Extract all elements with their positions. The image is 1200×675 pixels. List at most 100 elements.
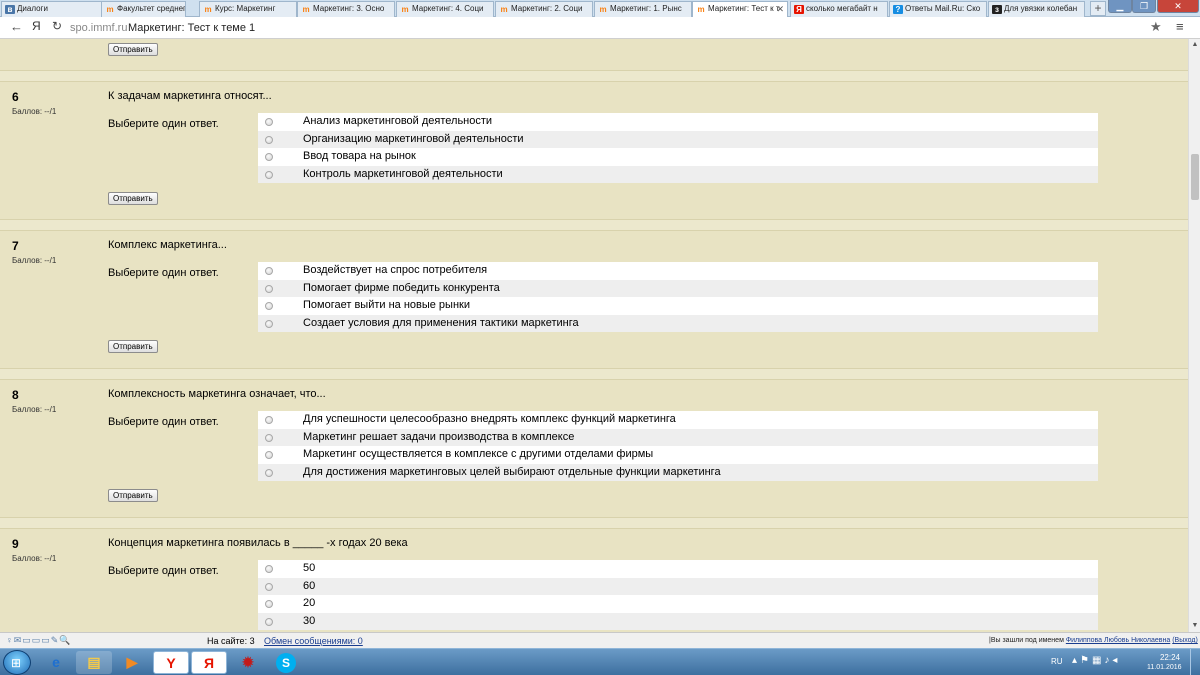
browser-menu-button[interactable]: ≡ — [1176, 19, 1184, 34]
internet-explorer-icon[interactable]: e — [38, 651, 74, 674]
show-desktop-button[interactable] — [1190, 649, 1200, 675]
radio-button[interactable] — [265, 565, 273, 573]
clock-date[interactable]: 11.01.2016 — [1147, 664, 1182, 671]
file-explorer-icon[interactable]: ▤ — [76, 651, 112, 674]
submit-button[interactable]: Отправить — [108, 340, 158, 353]
radio-button[interactable] — [265, 600, 273, 608]
back-button[interactable]: ← — [10, 19, 23, 34]
tab-mailru-answers[interactable]: ? Ответы Mail.Ru: Ско — [889, 1, 987, 17]
answer-option[interactable]: Маркетинг осуществляется в комплексе с д… — [258, 446, 1098, 464]
answer-label[interactable]: Создает условия для применения тактики м… — [303, 315, 579, 332]
moodle-icon: m — [302, 5, 310, 14]
game-icon[interactable]: ✹ — [230, 651, 266, 674]
answer-option[interactable]: 50 — [258, 560, 1098, 578]
answer-option[interactable]: Организацию маркетинговой деятельности — [258, 130, 1098, 148]
url-page-title[interactable]: Маркетинг: Тест к теме 1 — [128, 22, 255, 34]
answer-option[interactable]: Воздействует на спрос потребителя — [258, 262, 1098, 280]
close-tab-icon[interactable]: ✕ — [776, 2, 784, 16]
radio-button[interactable] — [265, 319, 273, 328]
user-profile-link[interactable]: Филиппова Любовь Николаевна — [1066, 637, 1170, 644]
answer-option[interactable]: Для успешности целесообразно внедрять ко… — [258, 411, 1098, 429]
answer-label[interactable]: Для достижения маркетинговых целей выбир… — [303, 464, 721, 481]
clock-time[interactable]: 22:24 — [1155, 653, 1185, 662]
radio-button[interactable] — [265, 617, 273, 626]
answer-label[interactable]: 50 — [303, 560, 315, 577]
tab-course[interactable]: m Курс: Маркетинг — [199, 1, 297, 17]
tab-faculty[interactable]: m Факультет среднег — [101, 1, 186, 17]
answer-label[interactable]: Маркетинг решает задачи производства в к… — [303, 429, 574, 446]
restore-button[interactable]: ❐ — [1132, 0, 1156, 13]
answer-option[interactable]: 30 — [258, 612, 1098, 630]
answer-label[interactable]: Ввод товара на рынок — [303, 148, 416, 165]
answer-label[interactable]: Воздействует на спрос потребителя — [303, 262, 487, 279]
windows-taskbar: ⊞ e ▤ ▶ Y Я ✹ S RU ▴⚑▦♪◂ 22:24 11.01.201… — [0, 648, 1200, 675]
tab-search-megabytes[interactable]: Я сколько мегабайт н — [790, 1, 888, 17]
answer-option[interactable]: Помогает выйти на новые рынки — [258, 297, 1098, 315]
submit-button[interactable]: Отправить — [108, 489, 158, 502]
minimize-button[interactable]: ▁ — [1108, 0, 1132, 13]
yandex-home-button[interactable]: Я — [32, 19, 41, 33]
skype-icon[interactable]: S — [268, 651, 304, 674]
radio-button[interactable] — [265, 302, 273, 310]
answer-option[interactable]: Контроль маркетинговой деятельности — [258, 165, 1098, 183]
radio-button[interactable] — [265, 284, 273, 293]
question-text: Комплекс маркетинга... — [108, 239, 227, 251]
radio-button[interactable] — [265, 582, 273, 591]
tab-marketing-test[interactable]: m Маркетинг: Тест к т ✕ — [692, 1, 788, 18]
tab-marketing-3[interactable]: m Маркетинг: 3. Осно — [297, 1, 395, 17]
radio-button[interactable] — [265, 267, 273, 275]
radio-button[interactable] — [265, 153, 273, 161]
answer-label[interactable]: Для успешности целесообразно внедрять ко… — [303, 411, 676, 428]
answer-label[interactable]: Организацию маркетинговой деятельности — [303, 131, 524, 148]
tab-znanija[interactable]: з Для увязки колебан — [988, 1, 1085, 17]
submit-button[interactable]: Отправить — [108, 43, 158, 56]
yandex-browser-icon[interactable]: Y — [153, 651, 189, 674]
answer-option[interactable]: Маркетинг решает задачи производства в к… — [258, 428, 1098, 446]
scrollbar-thumb[interactable] — [1191, 154, 1199, 200]
scroll-down-icon[interactable]: ▼ — [1189, 620, 1200, 632]
answer-label[interactable]: Помогает фирме победить конкурента — [303, 280, 500, 297]
answer-label[interactable]: Контроль маркетинговой деятельности — [303, 166, 503, 183]
radio-button[interactable] — [265, 433, 273, 442]
answer-option[interactable]: Для достижения маркетинговых целей выбир… — [258, 463, 1098, 481]
radio-button[interactable] — [265, 135, 273, 144]
tab-marketing-4[interactable]: m Маркетинг: 4. Соци — [396, 1, 494, 17]
answer-option[interactable]: Создает условия для применения тактики м… — [258, 314, 1098, 332]
answer-option[interactable]: 20 — [258, 595, 1098, 613]
tab-dialogs[interactable]: в Диалоги — [1, 1, 109, 17]
refresh-button[interactable]: ↻ — [52, 19, 62, 33]
messages-link[interactable]: Обмен сообщениями: 0 — [264, 636, 363, 646]
radio-button[interactable] — [265, 468, 273, 477]
media-player-icon[interactable]: ▶ — [114, 651, 150, 674]
answer-label[interactable]: Помогает выйти на новые рынки — [303, 297, 470, 314]
submit-button[interactable]: Отправить — [108, 192, 158, 205]
logout-link[interactable]: (Выход) — [1172, 637, 1198, 644]
answer-label[interactable]: Маркетинг осуществляется в комплексе с д… — [303, 446, 653, 463]
answer-option[interactable]: Помогает фирме победить конкурента — [258, 279, 1098, 297]
status-toolbar-icons[interactable]: ♀✉▭▭▭✎🔍 — [6, 635, 72, 646]
question-number: 6 — [12, 90, 19, 104]
yandex-icon[interactable]: Я — [191, 651, 227, 674]
answer-label[interactable]: 30 — [303, 613, 315, 630]
scroll-up-icon[interactable]: ▲ — [1189, 39, 1200, 51]
answer-label[interactable]: 60 — [303, 578, 315, 595]
new-tab-button[interactable]: + — [1090, 1, 1106, 16]
answer-label[interactable]: Анализ маркетинговой деятельности — [303, 113, 492, 130]
tab-marketing-1[interactable]: m Маркетинг: 1. Рынс — [594, 1, 692, 17]
url-host[interactable]: spo.immf.ru — [70, 22, 127, 34]
answer-option[interactable]: 60 — [258, 577, 1098, 595]
radio-button[interactable] — [265, 118, 273, 126]
answer-label[interactable]: 20 — [303, 595, 315, 612]
answer-option[interactable]: Анализ маркетинговой деятельности — [258, 113, 1098, 131]
page-scrollbar[interactable]: ▲ ▼ — [1188, 39, 1200, 632]
start-button[interactable]: ⊞ — [3, 650, 31, 675]
system-tray-icons[interactable]: ▴⚑▦♪◂ — [1072, 655, 1120, 666]
radio-button[interactable] — [265, 416, 273, 424]
bookmark-star-icon[interactable]: ★ — [1150, 19, 1162, 35]
tab-marketing-2[interactable]: m Маркетинг: 2. Соци — [495, 1, 593, 17]
radio-button[interactable] — [265, 170, 273, 179]
answer-option[interactable]: Ввод товара на рынок — [258, 148, 1098, 166]
language-indicator[interactable]: RU — [1051, 657, 1063, 666]
radio-button[interactable] — [265, 451, 273, 459]
close-window-button[interactable]: ✕ — [1157, 0, 1199, 13]
